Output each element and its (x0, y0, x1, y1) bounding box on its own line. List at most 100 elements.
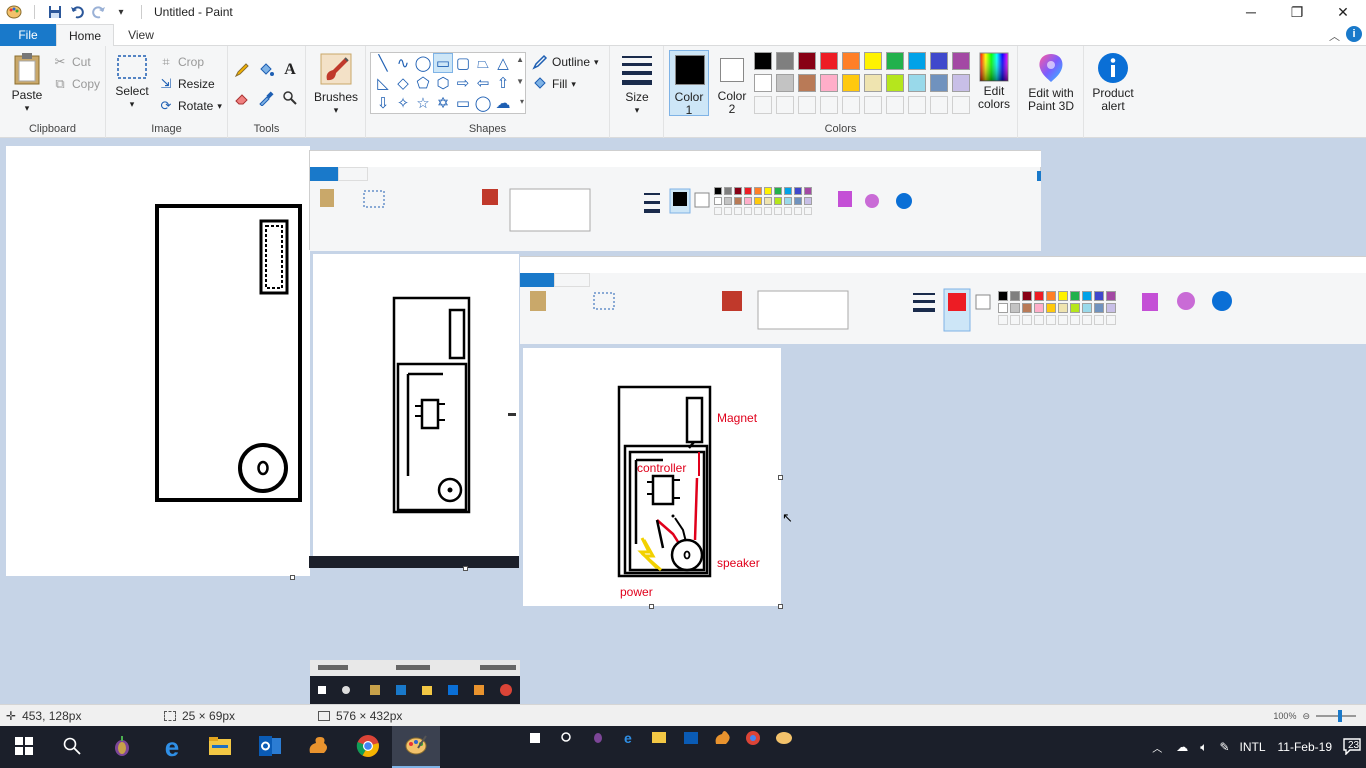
keyboard-layout[interactable]: INTL (1240, 740, 1266, 754)
triangle-shape-icon[interactable]: △ (493, 53, 513, 73)
customize-qa-icon[interactable]: ▾ (113, 4, 129, 20)
search-button[interactable] (48, 726, 96, 768)
fill-tool[interactable] (258, 60, 274, 80)
tab-view[interactable]: View (114, 24, 168, 46)
resize-button[interactable]: ⇲ Resize (158, 74, 215, 94)
magnifier-tool[interactable] (282, 88, 298, 108)
palette-swatch[interactable] (798, 52, 816, 70)
zoom-slider[interactable] (1316, 710, 1356, 722)
selection-handle[interactable] (508, 413, 516, 416)
shapes-gallery[interactable]: ╲ ∿ ◯ ▭ ▢ ⏢ △ ◺ ◇ ⬠ ⬡ ⇨ ⇦ ⇧ ⇩ ✧ ☆ ✡ ▭ ◯ … (370, 52, 526, 114)
palette-swatch[interactable] (952, 74, 970, 92)
taskbar-app-duck[interactable] (294, 726, 342, 768)
palette-swatch[interactable] (820, 74, 838, 92)
copy-button[interactable]: ⧉ Copy (52, 74, 100, 94)
custom-color-slot[interactable] (798, 96, 816, 114)
color2-button[interactable]: Color 2 (712, 50, 752, 116)
pentagon-shape-icon[interactable]: ⬠ (413, 73, 433, 93)
start-button[interactable] (0, 726, 48, 768)
custom-color-slot[interactable] (952, 96, 970, 114)
canvas-resize-handle[interactable] (290, 575, 295, 580)
text-tool[interactable]: A (282, 60, 298, 80)
right-arrow-shape-icon[interactable]: ⇨ (453, 73, 473, 93)
save-icon[interactable] (47, 4, 63, 20)
custom-color-slot[interactable] (930, 96, 948, 114)
palette-swatch[interactable] (820, 52, 838, 70)
selection-handle[interactable] (649, 604, 654, 609)
custom-color-slot[interactable] (776, 96, 794, 114)
show-hidden-icons[interactable]: ︿ (1152, 740, 1162, 755)
palette-swatch[interactable] (842, 52, 860, 70)
cloud-callout-shape-icon[interactable]: ☁ (493, 93, 513, 113)
tab-file[interactable]: File (0, 24, 56, 46)
rotate-button[interactable]: ⟳ Rotate ▾ (158, 96, 222, 116)
palette-swatch[interactable] (864, 52, 882, 70)
palette-swatch[interactable] (776, 52, 794, 70)
down-arrow-shape-icon[interactable]: ⇩ (373, 93, 393, 113)
six-point-star-shape-icon[interactable]: ✡ (433, 93, 453, 113)
color1-button[interactable]: Color 1 (669, 50, 709, 117)
polygon-shape-icon[interactable]: ⏢ (473, 53, 493, 73)
product-alert-button[interactable]: Product alert (1088, 52, 1138, 113)
paste-button[interactable]: Paste ▾ (8, 52, 46, 115)
drawing-canvas[interactable] (6, 146, 310, 576)
diamond-shape-icon[interactable]: ◇ (393, 73, 413, 93)
network-icon[interactable]: ☁ (1176, 740, 1188, 754)
five-point-star-shape-icon[interactable]: ☆ (413, 93, 433, 113)
palette-swatch[interactable] (886, 74, 904, 92)
taskbar-app-explorer[interactable] (196, 726, 244, 768)
palette-swatch[interactable] (930, 52, 948, 70)
palette-swatch[interactable] (908, 74, 926, 92)
custom-color-slot[interactable] (908, 96, 926, 114)
palette-swatch[interactable] (930, 74, 948, 92)
rounded-callout-shape-icon[interactable]: ▭ (453, 93, 473, 113)
pen-workspace-icon[interactable]: ✎ (1219, 740, 1229, 754)
custom-color-slot[interactable] (820, 96, 838, 114)
pencil-tool[interactable] (234, 60, 250, 80)
cut-button[interactable]: ✂ Cut (52, 52, 91, 72)
help-icon[interactable]: i (1346, 26, 1362, 42)
rectangle-shape-icon[interactable]: ▭ (433, 53, 453, 73)
zoom-out-icon[interactable]: ⊖ (1302, 711, 1310, 722)
taskbar-app-onion[interactable] (98, 726, 146, 768)
taskbar-app-paint[interactable] (392, 726, 440, 768)
maximize-button[interactable]: ❐ (1274, 0, 1320, 24)
palette-swatch[interactable] (864, 74, 882, 92)
up-arrow-shape-icon[interactable]: ⇧ (493, 73, 513, 93)
edit-with-paint3d-button[interactable]: Edit with Paint 3D (1024, 52, 1078, 113)
oval-callout-shape-icon[interactable]: ◯ (473, 93, 493, 113)
edit-colors-button[interactable]: Edit colors (974, 52, 1014, 111)
hexagon-shape-icon[interactable]: ⬡ (433, 73, 453, 93)
close-button[interactable]: ✕ (1320, 0, 1366, 24)
selection-handle[interactable] (778, 604, 783, 609)
clock-date[interactable]: 11-Feb-19 (1278, 740, 1332, 754)
action-center-icon[interactable]: 23 (1342, 737, 1362, 758)
palette-swatch[interactable] (754, 52, 772, 70)
brushes-button[interactable]: Brushes ▾ (314, 52, 358, 117)
taskbar-app-outlook[interactable] (246, 726, 294, 768)
selection-handle[interactable] (463, 566, 468, 571)
outline-button[interactable]: Outline ▾ (532, 52, 599, 72)
tab-home[interactable]: Home (56, 24, 114, 47)
palette-swatch[interactable] (908, 52, 926, 70)
fill-button[interactable]: Fill ▾ (532, 74, 576, 94)
curve-shape-icon[interactable]: ∿ (393, 53, 413, 73)
volume-icon[interactable]: 🔈︎ (1200, 740, 1207, 755)
size-button[interactable]: Size ▾ (618, 52, 656, 117)
taskbar-app-edge[interactable]: e (148, 726, 196, 768)
selection-handle[interactable] (778, 475, 783, 480)
custom-color-slot[interactable] (864, 96, 882, 114)
custom-color-slot[interactable] (842, 96, 860, 114)
rounded-rectangle-shape-icon[interactable]: ▢ (453, 53, 473, 73)
palette-swatch[interactable] (798, 74, 816, 92)
undo-icon[interactable] (69, 4, 85, 20)
gallery-scroll-down-icon[interactable]: ▼ (516, 77, 524, 86)
select-button[interactable]: Select ▾ (112, 54, 152, 111)
custom-color-slot[interactable] (754, 96, 772, 114)
oval-shape-icon[interactable]: ◯ (413, 53, 433, 73)
palette-swatch[interactable] (754, 74, 772, 92)
custom-color-slot[interactable] (886, 96, 904, 114)
collapse-ribbon-icon[interactable]: ︿ (1329, 28, 1340, 44)
minimize-button[interactable]: ─ (1228, 0, 1274, 24)
eraser-tool[interactable] (234, 88, 250, 108)
